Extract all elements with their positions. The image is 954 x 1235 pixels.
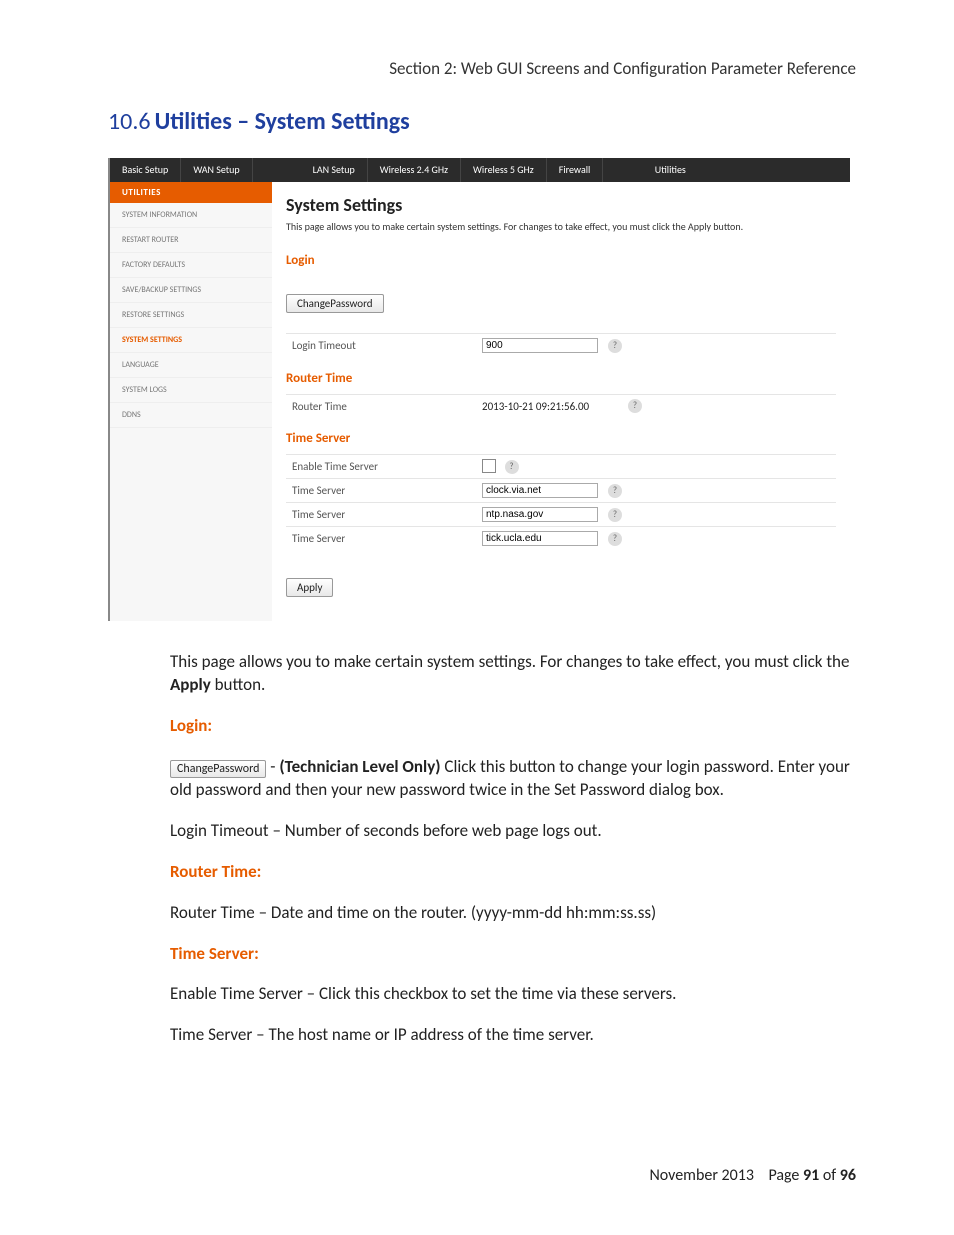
sidebar-item-ddns[interactable]: DDNS	[110, 403, 272, 428]
time-server-label: Time Server	[286, 508, 482, 521]
help-icon[interactable]: ?	[505, 460, 519, 474]
help-icon[interactable]: ?	[628, 399, 642, 413]
help-icon[interactable]: ?	[608, 339, 622, 353]
tab-basic-setup[interactable]: Basic Setup	[110, 158, 181, 182]
section-time-server: Time Server	[286, 431, 836, 446]
subheading-time-server: Time Server:	[170, 943, 850, 966]
section-router-time: Router Time	[286, 371, 836, 386]
time-server-label: Time Server	[286, 532, 482, 545]
tab-lan-setup[interactable]: LAN Setup	[301, 158, 368, 182]
sidebar-item-system-settings[interactable]: SYSTEM SETTINGS	[110, 328, 272, 353]
sidebar-heading: UTILITIES	[110, 182, 272, 203]
subheading-login: Login:	[170, 715, 850, 738]
time-server-input-2[interactable]	[482, 507, 598, 522]
row-login-timeout: Login Timeout ?	[286, 333, 836, 357]
page-heading: 10.6Utilities – System Settings	[108, 107, 856, 136]
time-server-label: Time Server	[286, 484, 482, 497]
page-footer: November 2013 Page 91 of 96	[649, 1166, 856, 1185]
heading-number: 10.6	[108, 107, 151, 136]
change-password-inline-button: ChangePassword	[170, 760, 266, 778]
heading-title: Utilities – System Settings	[155, 107, 410, 136]
sidebar-item-system-information[interactable]: SYSTEM INFORMATION	[110, 203, 272, 228]
subheading-router-time: Router Time:	[170, 861, 850, 884]
router-time-value: 2013-10-21 09:21:56.00	[482, 400, 589, 413]
paragraph-login-timeout: Login Timeout – Number of seconds before…	[170, 820, 850, 843]
sidebar: UTILITIES SYSTEM INFORMATION RESTART ROU…	[110, 182, 272, 621]
row-router-time: Router Time 2013-10-21 09:21:56.00 ?	[286, 394, 836, 417]
tab-wireless-24[interactable]: Wireless 2.4 GHz	[368, 158, 461, 182]
section-login: Login	[286, 253, 836, 268]
sidebar-item-factory-defaults[interactable]: FACTORY DEFAULTS	[110, 253, 272, 278]
panel-title: System Settings	[286, 194, 836, 216]
panel-desc: This page allows you to make certain sys…	[286, 220, 836, 233]
row-time-server-2: Time Server ?	[286, 502, 836, 526]
main-panel: System Settings This page allows you to …	[272, 182, 850, 621]
screenshot-panel: Basic Setup WAN Setup LAN Setup Wireless…	[108, 158, 850, 621]
router-time-label: Router Time	[286, 400, 482, 413]
change-password-button[interactable]: ChangePassword	[286, 294, 384, 313]
top-nav: Basic Setup WAN Setup LAN Setup Wireless…	[110, 158, 850, 182]
section-header: Section 2: Web GUI Screens and Configura…	[108, 58, 856, 79]
row-time-server-3: Time Server ?	[286, 526, 836, 550]
login-timeout-label: Login Timeout	[286, 339, 482, 352]
enable-time-server-checkbox[interactable]	[482, 459, 496, 473]
document-body: This page allows you to make certain sys…	[170, 651, 850, 1047]
login-timeout-input[interactable]	[482, 338, 598, 353]
help-icon[interactable]: ?	[608, 532, 622, 546]
tab-utilities[interactable]: Utilities	[603, 158, 737, 182]
enable-time-server-label: Enable Time Server	[286, 460, 482, 473]
tab-wireless-5[interactable]: Wireless 5 GHz	[461, 158, 547, 182]
paragraph-intro: This page allows you to make certain sys…	[170, 651, 850, 697]
paragraph-enable-time-server: Enable Time Server – Click this checkbox…	[170, 983, 850, 1006]
sidebar-item-system-logs[interactable]: SYSTEM LOGS	[110, 378, 272, 403]
paragraph-time-server: Time Server – The host name or IP addres…	[170, 1024, 850, 1047]
sidebar-item-language[interactable]: LANGUAGE	[110, 353, 272, 378]
row-enable-time-server: Enable Time Server ?	[286, 454, 836, 478]
paragraph-change-password: ChangePassword - (Technician Level Only)…	[170, 756, 850, 802]
sidebar-item-save-backup[interactable]: SAVE/BACKUP SETTINGS	[110, 278, 272, 303]
time-server-input-3[interactable]	[482, 531, 598, 546]
help-icon[interactable]: ?	[608, 484, 622, 498]
row-time-server-1: Time Server ?	[286, 478, 836, 502]
tab-firewall[interactable]: Firewall	[547, 158, 604, 182]
time-server-input-1[interactable]	[482, 483, 598, 498]
sidebar-item-restore-settings[interactable]: RESTORE SETTINGS	[110, 303, 272, 328]
sidebar-item-restart-router[interactable]: RESTART ROUTER	[110, 228, 272, 253]
apply-button[interactable]: Apply	[286, 578, 333, 597]
tab-wan-setup[interactable]: WAN Setup	[181, 158, 252, 182]
help-icon[interactable]: ?	[608, 508, 622, 522]
paragraph-router-time: Router Time – Date and time on the route…	[170, 902, 850, 925]
